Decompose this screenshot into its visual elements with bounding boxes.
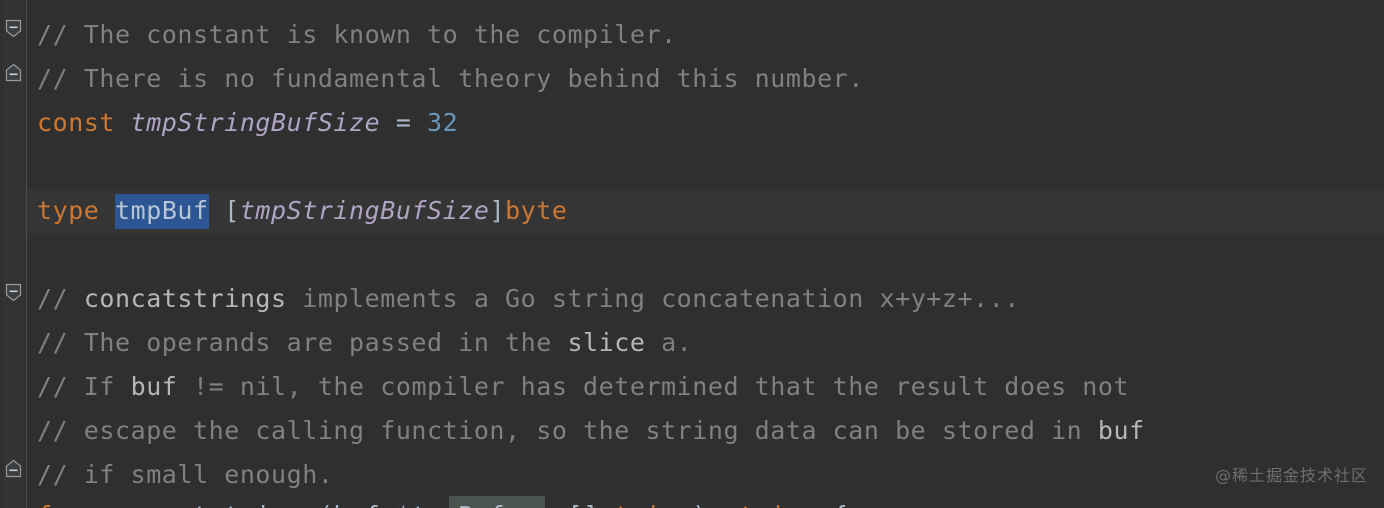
code-token: buf — [130, 372, 178, 401]
code-token: buf — [1097, 416, 1145, 445]
code-token: concatstrings — [83, 284, 287, 313]
code-token: const — [37, 108, 131, 137]
gutter-separator — [26, 0, 27, 508]
watermark-text: @稀土掘金技术社区 — [1214, 466, 1368, 485]
code-token: ) — [692, 501, 723, 508]
code-token: // There is no fundamental theory behind… — [37, 64, 864, 93]
code-line[interactable]: // escape the calling function, so the s… — [27, 409, 1384, 453]
fold-collapse-icon-region-end-1[interactable] — [5, 63, 22, 82]
code-token: concatstrings — [115, 501, 318, 508]
code-line[interactable]: // There is no fundamental theory behind… — [27, 57, 1384, 101]
code-line-partial[interactable]: func concatstrings(buf *tmpBuf, a []stri… — [27, 494, 1384, 508]
code-token: { — [817, 501, 848, 508]
code-token: // The constant is known to the compiler… — [37, 20, 677, 49]
code-token: byte — [505, 196, 568, 225]
code-token: ] — [489, 196, 506, 225]
code-token: func — [37, 501, 115, 508]
code-token: string — [599, 501, 693, 508]
code-token: [ — [208, 196, 240, 225]
code-token: // If — [37, 372, 131, 401]
code-token: // if small enough. — [37, 460, 334, 489]
code-line[interactable] — [27, 233, 1384, 277]
code-token: // — [37, 284, 84, 313]
code-line[interactable]: // The operands are passed in the slice … — [27, 321, 1384, 365]
code-token: tmpStringBufSize — [239, 196, 490, 225]
fold-collapse-icon-region-start-2[interactable] — [5, 283, 22, 302]
code-line[interactable]: type tmpBuf [tmpStringBufSize]byte — [27, 189, 1384, 233]
fold-collapse-icon-region-start-1[interactable] — [5, 19, 22, 38]
code-token: tmpBuf — [115, 194, 209, 229]
code-token: type — [37, 196, 116, 225]
code-token: buf — [333, 501, 395, 508]
code-token: slice — [567, 328, 646, 357]
code-token: = — [380, 108, 428, 137]
code-line[interactable]: const tmpStringBufSize = 32 — [27, 101, 1384, 145]
editor-left-edge — [0, 0, 3, 508]
code-line[interactable]: // If buf != nil, the compiler has deter… — [27, 365, 1384, 409]
code-token: a. — [645, 328, 693, 357]
code-token: tmpStringBufSize — [130, 108, 381, 137]
code-token: // escape the calling function, so the s… — [37, 416, 1098, 445]
code-token: string — [724, 501, 818, 508]
code-line[interactable]: // concatstrings implements a Go string … — [27, 277, 1384, 321]
fold-collapse-icon-region-end-2[interactable] — [5, 459, 22, 478]
code-token: != nil, the compiler has determined that… — [177, 372, 1130, 401]
code-token: implements a Go string concatenation x+y… — [286, 284, 1020, 313]
code-line[interactable]: // The constant is known to the compiler… — [27, 13, 1384, 57]
code-line[interactable]: // if small enough. — [27, 453, 1384, 497]
code-text-area[interactable]: // The constant is known to the compiler… — [27, 0, 1384, 508]
code-token: * — [396, 501, 412, 508]
code-token: ( — [318, 501, 334, 508]
code-editor[interactable]: // The constant is known to the compiler… — [0, 0, 1384, 508]
code-token: 32 — [427, 108, 459, 137]
code-token: // The operands are passed in the — [37, 328, 568, 357]
code-token: tmpBuf — [411, 501, 505, 508]
code-line[interactable] — [27, 145, 1384, 189]
code-token: , a [] — [505, 501, 599, 508]
